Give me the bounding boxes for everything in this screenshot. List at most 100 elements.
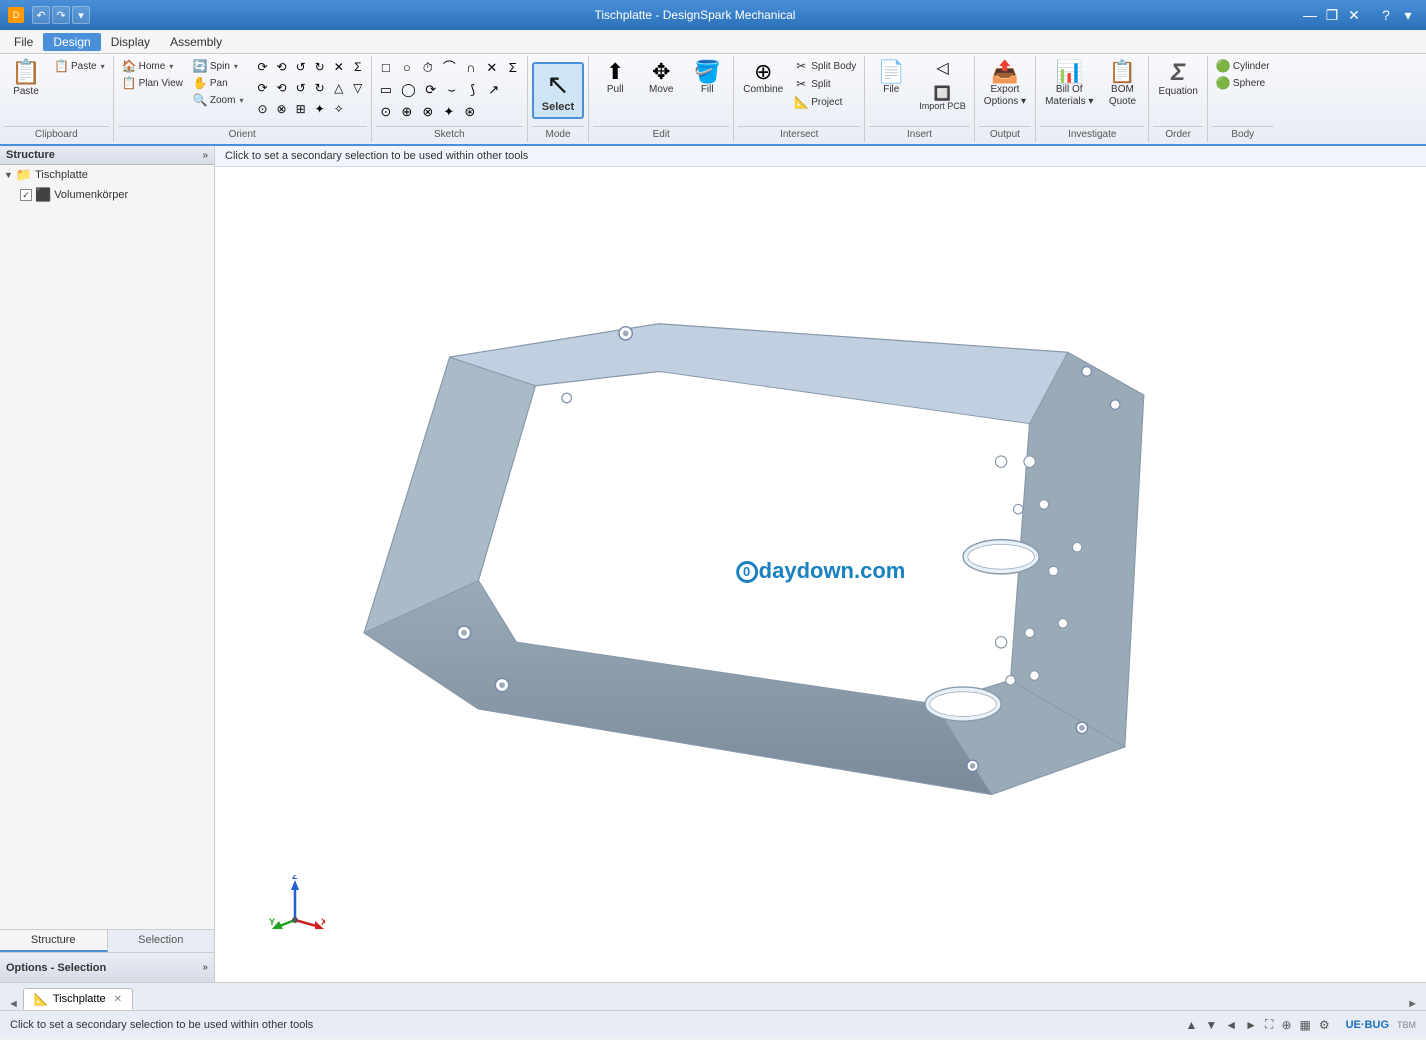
minimize-button[interactable]: —: [1300, 5, 1320, 25]
menu-file[interactable]: File: [4, 33, 43, 51]
sketch-7[interactable]: ⊙: [376, 102, 396, 122]
zoom-button[interactable]: 🔍 Zoom ▾: [189, 92, 248, 108]
sketch-9[interactable]: ⊗: [418, 102, 438, 122]
plan-view-button[interactable]: 📋 Plan View: [118, 75, 187, 91]
orient-tool-4[interactable]: ↻: [311, 58, 329, 77]
sketch-8[interactable]: ⊕: [397, 102, 417, 122]
orient-tool-12[interactable]: ▽: [349, 79, 367, 98]
orient-tool-5[interactable]: ✕: [330, 58, 348, 77]
sketch-6[interactable]: ↗: [484, 80, 504, 100]
status-grid-icon[interactable]: ▦: [1300, 1018, 1311, 1032]
hint-text: Click to set a secondary selection to be…: [225, 150, 528, 162]
sketch-rect2[interactable]: ▭: [376, 80, 396, 100]
sketch-arc[interactable]: ⌒: [439, 58, 460, 78]
tab-selection[interactable]: Selection: [108, 930, 215, 952]
orient-tool-13[interactable]: ⊙: [253, 100, 271, 119]
orient-tool-1[interactable]: ⟳: [253, 58, 271, 77]
sketch-3[interactable]: ⟳: [421, 80, 441, 100]
orient-tool-14[interactable]: ⊗: [273, 100, 291, 119]
split-body-button[interactable]: ✂ Split Body: [790, 58, 860, 74]
main-layout: Structure » ▼ 📁 Tischplatte ⬛ Volumenkör…: [0, 146, 1426, 982]
status-settings-icon[interactable]: ⚙: [1319, 1018, 1330, 1032]
redo-button[interactable]: ↷: [52, 6, 70, 24]
orient-tool-16[interactable]: ✦: [311, 100, 329, 119]
status-down-arrow[interactable]: ▼: [1205, 1018, 1217, 1032]
canvas-area[interactable]: 0daydown.com Z X: [215, 167, 1426, 975]
equation-button[interactable]: Σ Equation: [1153, 58, 1202, 101]
fill-button[interactable]: 🪣 Fill: [685, 58, 729, 99]
sketch-rect[interactable]: □: [376, 58, 396, 78]
status-up-arrow[interactable]: ▲: [1185, 1018, 1197, 1032]
tab-scroll-right[interactable]: ►: [1403, 998, 1422, 1010]
ribbon-minimize[interactable]: ▾: [1398, 5, 1418, 25]
tab-structure[interactable]: Structure: [0, 930, 108, 952]
project-button[interactable]: 📐 Project: [790, 94, 860, 110]
export-options-button[interactable]: 📤 ExportOptions ▾: [979, 58, 1031, 111]
restore-button[interactable]: ❐: [1322, 5, 1342, 25]
menu-display[interactable]: Display: [101, 33, 160, 51]
ribbon-section-order: Σ Equation Order: [1149, 56, 1207, 142]
import-pcb-button[interactable]: 🔲 Import PCB: [915, 83, 970, 115]
sketch-10[interactable]: ✦: [439, 102, 459, 122]
select-button[interactable]: ↖ Select: [532, 62, 584, 119]
orient-tool-2[interactable]: ⟲: [273, 58, 291, 77]
sketch-4[interactable]: ⌣: [442, 80, 462, 100]
orient-tool-9[interactable]: ↺: [292, 79, 310, 98]
sphere-button[interactable]: 🟢 Sphere: [1212, 75, 1274, 91]
combine-icon: ⊕: [754, 61, 772, 83]
combine-button[interactable]: ⊕ Combine: [738, 58, 788, 99]
window-title: Tischplatte - DesignSpark Mechanical: [90, 8, 1300, 22]
bom-quote-label: BOMQuote: [1109, 84, 1136, 108]
bill-of-materials-button[interactable]: 📊 Bill OfMaterials ▾: [1040, 58, 1098, 111]
sketch-clock[interactable]: ⏱: [418, 58, 438, 78]
paste-button[interactable]: 📋 Paste: [4, 58, 48, 101]
cylinder-button[interactable]: 🟢 Cylinder: [1212, 58, 1274, 74]
orient-tool-17[interactable]: ✧: [330, 100, 348, 119]
status-frame-icon[interactable]: ⛶: [1265, 1017, 1273, 1032]
orient-tool-8[interactable]: ⟲: [273, 79, 291, 98]
tab-close-button[interactable]: ✕: [114, 994, 122, 1005]
svg-text:Z: Z: [292, 875, 298, 881]
pull-button[interactable]: ⬆ Pull: [593, 58, 637, 99]
status-left-arrow[interactable]: ◄: [1225, 1018, 1237, 1032]
orient-tool-7[interactable]: ⟳: [253, 79, 271, 98]
model-viewport[interactable]: [215, 167, 1426, 975]
menu-assembly[interactable]: Assembly: [160, 33, 232, 51]
undo-dropdown[interactable]: ▾: [72, 6, 90, 24]
sketch-11[interactable]: ⊛: [460, 102, 480, 122]
tree-child-item[interactable]: ⬛ Volumenkörper: [0, 185, 214, 205]
tab-tischplatte[interactable]: 📐 Tischplatte ✕: [23, 988, 133, 1010]
sketch-5[interactable]: ⟆: [463, 80, 483, 100]
tree-checkbox[interactable]: [20, 189, 32, 201]
sketch-sigma[interactable]: Σ: [503, 58, 523, 78]
home-button[interactable]: 🏠 Home ▾: [118, 58, 187, 74]
paste-sub-button[interactable]: 📋 Paste ▾: [50, 58, 109, 74]
orient-tools: ⟳ ⟲ ↺ ↻ ✕ Σ ⟳ ⟲ ↺ ↻ △ ▽ ⊙ ⊗: [253, 58, 366, 119]
menu-design[interactable]: Design: [43, 33, 100, 51]
move-button[interactable]: ✥ Move: [639, 58, 683, 99]
sketch-circle2[interactable]: ◯: [397, 80, 420, 100]
sketch-circle[interactable]: ○: [397, 58, 417, 78]
spin-button[interactable]: 🔄 Spin ▾: [189, 58, 248, 74]
pan-button[interactable]: ✋ Pan: [189, 75, 248, 91]
close-button[interactable]: ✕: [1344, 5, 1364, 25]
tab-scroll-left[interactable]: ◄: [4, 998, 23, 1010]
orient-tool-15[interactable]: ⊞: [292, 100, 310, 119]
orient-tool-6[interactable]: Σ: [349, 58, 367, 77]
split-button[interactable]: ✂ Split: [790, 76, 860, 92]
insert-arrow-left[interactable]: ◁: [925, 58, 961, 81]
orient-tool-3[interactable]: ↺: [292, 58, 310, 77]
structure-collapse[interactable]: »: [202, 150, 208, 161]
orient-tool-11[interactable]: △: [330, 79, 348, 98]
file-button[interactable]: 📄 File: [869, 58, 913, 99]
status-right-arrow[interactable]: ►: [1245, 1018, 1257, 1032]
sketch-x[interactable]: ✕: [482, 58, 502, 78]
bom-quote-button[interactable]: 📋 BOMQuote: [1100, 58, 1144, 111]
help-button[interactable]: ?: [1376, 5, 1396, 25]
status-plus-icon[interactable]: ⊕: [1281, 1018, 1291, 1032]
tree-root-item[interactable]: ▼ 📁 Tischplatte: [0, 165, 214, 185]
undo-button[interactable]: ↶: [32, 6, 50, 24]
sketch-arc2[interactable]: ∩: [461, 58, 481, 78]
options-collapse[interactable]: »: [202, 962, 208, 973]
orient-tool-10[interactable]: ↻: [311, 79, 329, 98]
